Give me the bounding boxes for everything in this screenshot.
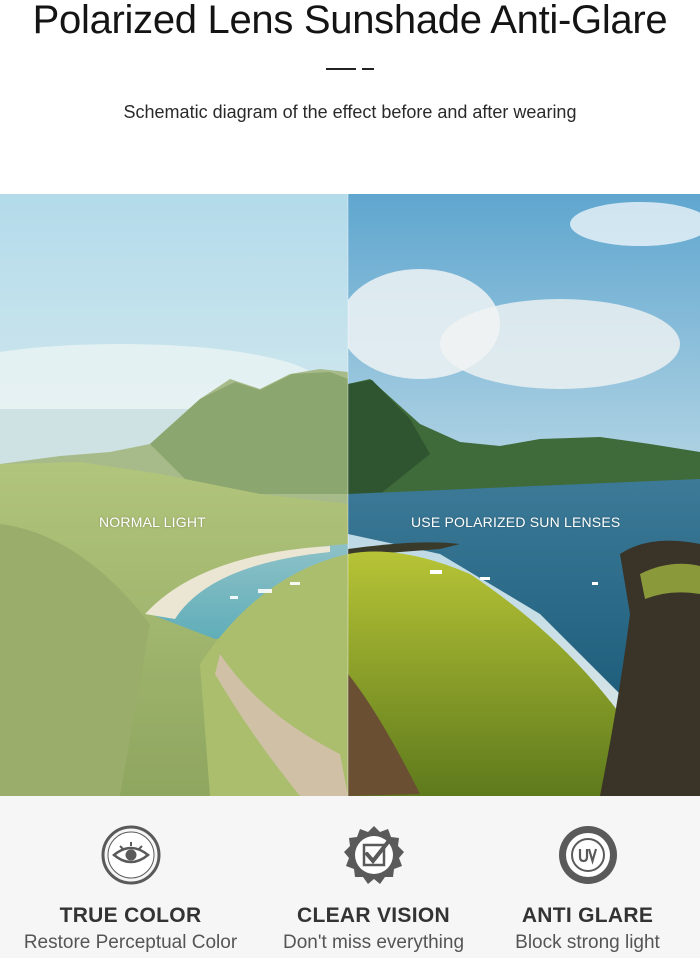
polarized-label: USE POLARIZED SUN LENSES bbox=[411, 514, 621, 530]
normal-light-label: NORMAL LIGHT bbox=[99, 514, 206, 530]
check-badge-icon bbox=[343, 824, 405, 886]
feature-desc: Block strong light bbox=[515, 932, 660, 953]
comparison-photo: NORMAL LIGHT USE POLARIZED SUN LENSES bbox=[0, 194, 700, 796]
page-subtitle: Schematic diagram of the effect before a… bbox=[123, 102, 577, 122]
landscape-illustration bbox=[0, 194, 700, 796]
feature-name: ANTI GLARE bbox=[521, 904, 654, 927]
feature-name: CLEAR VISION bbox=[297, 904, 450, 927]
features-panel: TRUE COLOR Restore Perceptual Color CLEA… bbox=[0, 796, 700, 958]
feature-desc: Restore Perceptual Color bbox=[23, 932, 238, 953]
feature-true-color: TRUE COLOR Restore Perceptual Color bbox=[14, 796, 247, 958]
uv-icon bbox=[557, 824, 619, 886]
feature-desc: Don't miss everything bbox=[282, 932, 465, 953]
eye-icon bbox=[100, 824, 162, 886]
page-title: Polarized Lens Sunshade Anti-Glare bbox=[32, 0, 668, 42]
feature-name: TRUE COLOR bbox=[59, 904, 202, 927]
feature-clear-vision: CLEAR VISION Don't miss everything bbox=[257, 796, 490, 958]
feature-anti-glare: ANTI GLARE Block strong light bbox=[471, 796, 700, 958]
title-divider bbox=[326, 68, 374, 72]
